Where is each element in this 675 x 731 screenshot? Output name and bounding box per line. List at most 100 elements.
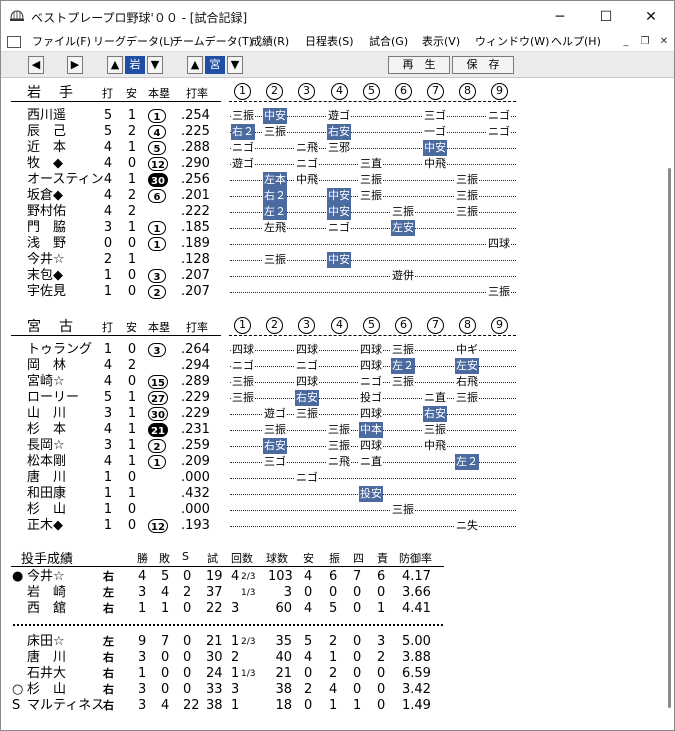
pitch-count: 38 bbox=[275, 682, 292, 697]
at-bat-result: 三振 bbox=[359, 188, 383, 204]
hits: 1 bbox=[127, 390, 137, 405]
pitching-col-header: 勝 bbox=[137, 552, 148, 565]
menu-help[interactable]: ヘルプ(H) bbox=[551, 34, 601, 50]
minimize-button[interactable]: ─ bbox=[537, 1, 583, 33]
inning-header-9: 9 bbox=[491, 317, 508, 334]
result-leader-dots bbox=[230, 276, 516, 277]
player-row: 野村佑 4 2 .222 左２ 中安 三振 三振 bbox=[1, 204, 665, 220]
at-bat-result: ニ飛 bbox=[327, 454, 351, 470]
inning-header-9: 9 bbox=[491, 83, 508, 100]
pitch-stat-k: 2 bbox=[329, 666, 338, 681]
inning-header-7: 7 bbox=[427, 83, 444, 100]
throwing-hand: 右 bbox=[103, 667, 114, 680]
at-bat-result: ニゴ bbox=[487, 124, 511, 140]
at-bat-result: ニゴ bbox=[295, 470, 319, 486]
team1-down-button[interactable]: ▼ bbox=[147, 56, 163, 74]
pitcher-row: 床田☆ 左 9 7 0 21 1 2/3 35 5 2 0 3 5.00 bbox=[1, 634, 665, 650]
pitching-col-header: 敗 bbox=[159, 552, 170, 565]
menu-league-data[interactable]: リーグデータ(L) bbox=[93, 34, 174, 50]
home-run-count: 4 bbox=[148, 125, 166, 139]
pitch-stat-er: 0 bbox=[377, 585, 386, 600]
pitching-col-header: 回数 bbox=[231, 552, 253, 565]
inning-header-8: 8 bbox=[459, 317, 476, 334]
at-bat-result: 三邪 bbox=[327, 140, 351, 156]
pitcher-row: S マルティネス右 3 4 22 38 1 18 0 1 1 0 1.49 bbox=[1, 698, 665, 714]
pitch-stat-er: 3 bbox=[377, 634, 386, 649]
at-bat-result: 一ゴ bbox=[423, 124, 447, 140]
pitch-count: 40 bbox=[275, 650, 292, 665]
at-bats: 4 bbox=[103, 140, 113, 155]
player-row: 松本剛 4 1 1.209 三ゴ ニ飛 ニ直 左２ bbox=[1, 454, 665, 470]
prev-arrow-button[interactable]: ◀ bbox=[28, 56, 44, 74]
menu-team-data[interactable]: チームデータ(T) bbox=[172, 34, 253, 50]
section-divider bbox=[11, 101, 221, 102]
batting-average: .189 bbox=[181, 236, 210, 251]
home-run-count: 1 bbox=[148, 455, 166, 469]
menu-game[interactable]: 試合(G) bbox=[369, 34, 408, 50]
home-run-count: 3 bbox=[148, 343, 166, 357]
col-header-hr: 本塁 bbox=[148, 87, 170, 100]
pitching-divider bbox=[11, 566, 444, 567]
pitch-stat-er: 0 bbox=[377, 666, 386, 681]
team2-up-button[interactable]: ▲ bbox=[187, 56, 203, 74]
team2-select-button[interactable]: 宮 bbox=[205, 56, 225, 74]
menu-window[interactable]: ウィンドウ(W) bbox=[475, 34, 549, 50]
menu-view[interactable]: 表示(V) bbox=[422, 34, 460, 50]
menu-schedule[interactable]: 日程表(S) bbox=[305, 34, 354, 50]
mdi-minimize-button[interactable]: _ bbox=[618, 35, 634, 49]
close-button[interactable]: ✕ bbox=[628, 1, 674, 33]
pitcher-row: 西 舘右 1 1 0 22 3 60 4 5 0 1 4.41 bbox=[1, 601, 665, 617]
menu-file[interactable]: ファイル(F) bbox=[32, 34, 91, 50]
menu-stats[interactable]: 成績(R) bbox=[251, 34, 289, 50]
at-bat-result: 遊ゴ bbox=[263, 406, 287, 422]
at-bat-result: 右安 bbox=[327, 124, 351, 140]
scrollbar-thumb[interactable] bbox=[668, 168, 671, 708]
hits: 0 bbox=[127, 518, 137, 533]
save-button[interactable]: 保 存 bbox=[452, 56, 514, 74]
at-bat-result: 中安 bbox=[423, 140, 447, 156]
pitching-col-header: 試 bbox=[207, 552, 218, 565]
home-run-count: 27 bbox=[148, 391, 168, 405]
era: 5.00 bbox=[402, 634, 431, 649]
pitching-col-header: S bbox=[182, 550, 189, 563]
at-bat-result: 三振 bbox=[487, 284, 511, 300]
mdi-restore-button[interactable]: ❐ bbox=[637, 35, 653, 49]
pitch-stat-k: 5 bbox=[329, 601, 338, 616]
play-button[interactable]: 再 生 bbox=[388, 56, 450, 74]
pitch-stat-k: 2 bbox=[329, 634, 338, 649]
batting-average: .207 bbox=[181, 284, 210, 299]
team2-down-button[interactable]: ▼ bbox=[227, 56, 243, 74]
at-bat-result: 左本 bbox=[263, 172, 287, 188]
home-run-count: 2 bbox=[148, 285, 166, 299]
player-name: 末包◆ bbox=[27, 268, 63, 283]
hits: 1 bbox=[127, 422, 137, 437]
hits: 1 bbox=[127, 454, 137, 469]
player-name: 西川遥 bbox=[27, 108, 67, 123]
pitch-stat-w: 3 bbox=[138, 698, 147, 713]
at-bat-result: 三振 bbox=[263, 422, 287, 438]
pitcher-name: 石井大 bbox=[27, 666, 67, 681]
vertical-scrollbar[interactable] bbox=[665, 78, 674, 730]
pitcher-name: マルティネス bbox=[27, 698, 105, 713]
player-row: 門 脇 3 1 1.185 左飛 ニゴ 左安 bbox=[1, 220, 665, 236]
hits: 0 bbox=[127, 156, 137, 171]
at-bats: 4 bbox=[103, 454, 113, 469]
team1-up-button[interactable]: ▲ bbox=[107, 56, 123, 74]
at-bats: 0 bbox=[103, 236, 113, 251]
player-name: 岡 林 bbox=[27, 358, 67, 373]
maximize-button[interactable]: ☐ bbox=[583, 1, 629, 33]
pitch-stat-h: 0 bbox=[304, 585, 313, 600]
batting-average: .294 bbox=[181, 358, 210, 373]
throwing-hand: 右 bbox=[103, 699, 114, 712]
mdi-close-button[interactable]: ✕ bbox=[656, 35, 672, 49]
result-leader-dots bbox=[230, 148, 516, 149]
at-bat-result: 左安 bbox=[455, 358, 479, 374]
at-bats: 3 bbox=[103, 406, 113, 421]
batting-average: .193 bbox=[181, 518, 210, 533]
team1-select-button[interactable]: 岩 bbox=[125, 56, 145, 74]
hits: 2 bbox=[127, 188, 137, 203]
next-arrow-button[interactable]: ▶ bbox=[67, 56, 83, 74]
throwing-hand: 右 bbox=[103, 683, 114, 696]
document-icon[interactable] bbox=[7, 36, 21, 48]
batting-average: .229 bbox=[181, 406, 210, 421]
